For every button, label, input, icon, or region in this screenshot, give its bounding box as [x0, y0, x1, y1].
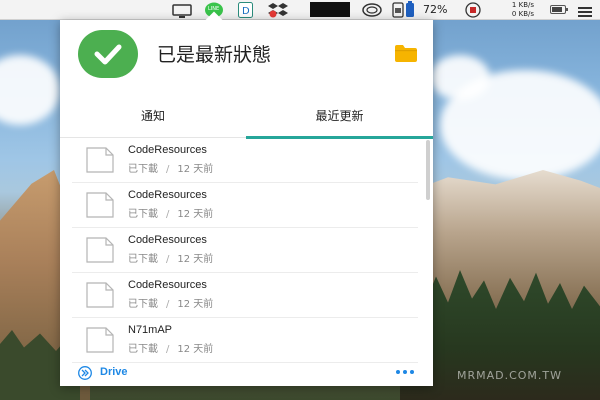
meta-separator: /	[166, 209, 170, 220]
file-meta: 已下載 / 12 天前	[128, 295, 213, 310]
file-time: 12 天前	[177, 209, 214, 220]
meta-separator: /	[166, 299, 170, 310]
file-status: 已下載	[128, 254, 158, 265]
tab-recent-updates[interactable]: 最近更新	[246, 94, 433, 139]
file-meta: 已下載 / 12 天前	[128, 160, 213, 175]
meta-separator: /	[166, 254, 170, 265]
file-time: 12 天前	[177, 344, 214, 355]
meta-separator: /	[166, 164, 170, 175]
sync-status-header: 已是最新狀態	[60, 20, 433, 94]
file-row[interactable]: CodeResources 已下載 / 12 天前	[72, 228, 418, 273]
more-options-button[interactable]	[396, 366, 418, 378]
menu-bar: LINE D 72% 1 KB/s 0 KB/s	[0, 0, 600, 20]
tab-recent-updates-label: 最近更新	[315, 109, 364, 123]
network-download-speed: 0 KB/s	[511, 10, 534, 18]
panel-tabs: 通知 最近更新	[60, 94, 433, 139]
tab-notifications[interactable]: 通知	[60, 94, 246, 138]
drive-sync-panel: 已是最新狀態 通知 最近更新 CodeResources 已下載 / 12 天前 C…	[60, 20, 433, 386]
drive-arrow-icon	[78, 366, 92, 380]
file-icon	[86, 282, 114, 312]
network-upload-speed: 1 KB/s	[511, 1, 534, 9]
file-name: CodeResources	[128, 144, 207, 156]
file-meta: 已下載 / 12 天前	[128, 340, 213, 355]
file-time: 12 天前	[177, 164, 214, 175]
battery-icon[interactable]	[550, 5, 568, 14]
folder-icon[interactable]	[395, 45, 417, 66]
file-icon	[86, 147, 114, 177]
list-scrollbar[interactable]	[426, 140, 430, 200]
sim-card-icon[interactable]	[392, 2, 404, 22]
menu-list-icon[interactable]	[578, 3, 592, 22]
watermark-text: MRMAD.COM.TW	[456, 369, 562, 382]
file-status: 已下載	[128, 209, 158, 220]
file-status: 已下載	[128, 344, 158, 355]
meta-separator: /	[166, 344, 170, 355]
recent-files-list: CodeResources 已下載 / 12 天前 CodeResources 已下…	[72, 138, 422, 364]
panel-footer: Drive	[60, 360, 433, 386]
black-window-icon[interactable]	[310, 2, 350, 21]
file-meta: 已下載 / 12 天前	[128, 250, 213, 265]
sync-status-title: 已是最新狀態	[157, 44, 272, 66]
file-time: 12 天前	[177, 254, 214, 265]
battery-status-icon[interactable]	[405, 1, 415, 22]
svg-text:D: D	[242, 6, 250, 17]
file-name: CodeResources	[128, 234, 207, 246]
file-row[interactable]: CodeResources 已下載 / 12 天前	[72, 183, 418, 228]
creative-cloud-icon[interactable]	[362, 2, 382, 21]
file-row[interactable]: CodeResources 已下載 / 12 天前	[72, 138, 418, 183]
file-status: 已下載	[128, 299, 158, 310]
file-time: 12 天前	[177, 299, 214, 310]
file-row[interactable]: N71mAP 已下載 / 12 天前	[72, 318, 418, 363]
file-name: N71mAP	[128, 324, 173, 336]
file-icon	[86, 327, 114, 357]
drive-link-label: Drive	[100, 366, 128, 378]
file-name: CodeResources	[128, 189, 207, 201]
dropbox-icon[interactable]	[268, 2, 290, 22]
file-status: 已下載	[128, 164, 158, 175]
temperature-readout[interactable]: 72%	[423, 3, 447, 16]
file-meta: 已下載 / 12 天前	[128, 205, 213, 220]
file-name: CodeResources	[128, 279, 207, 291]
check-icon	[78, 30, 138, 78]
network-meter-icon[interactable]	[462, 2, 484, 22]
file-icon	[86, 192, 114, 222]
file-row[interactable]: CodeResources 已下載 / 12 天前	[72, 273, 418, 318]
file-icon	[86, 237, 114, 267]
tab-notifications-label: 通知	[140, 109, 165, 123]
dashlane-icon[interactable]: D	[238, 2, 253, 22]
